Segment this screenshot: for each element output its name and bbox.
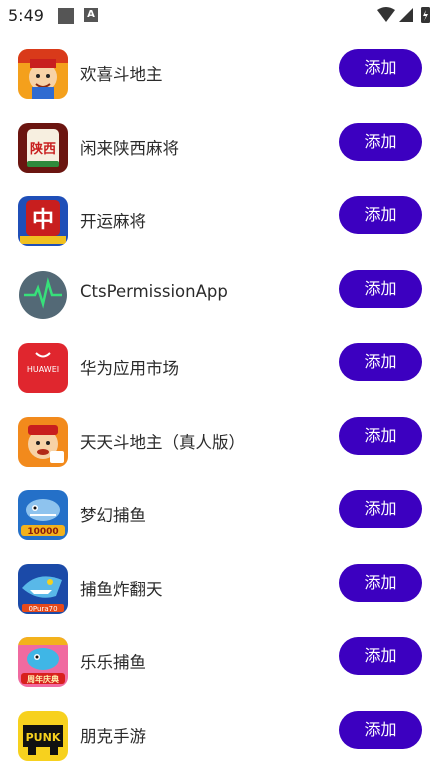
signal-icon — [399, 8, 413, 22]
app-name: 梦幻捕鱼 — [80, 506, 146, 525]
status-icons — [377, 7, 430, 23]
list-item: 0Pura70 捕鱼炸翻天 添加 — [0, 552, 441, 626]
app-name: 开运麻将 — [80, 212, 146, 231]
notification-square-icon — [58, 8, 74, 24]
shark-text: 0Pura70 — [28, 605, 57, 613]
shaanxi-text: 陕西 — [30, 141, 56, 157]
heartbeat-icon — [18, 270, 68, 320]
list-item: 10000 梦幻捕鱼 添加 — [0, 478, 441, 552]
app-name: 乐乐捕鱼 — [80, 653, 146, 672]
wifi-icon — [377, 7, 395, 22]
add-button[interactable]: 添加 — [339, 710, 422, 749]
add-button[interactable]: 添加 — [339, 563, 422, 602]
celebration-text: 周年庆典 — [27, 674, 59, 684]
app-name: CtsPermissionApp — [80, 281, 228, 301]
list-item: 欢喜斗地主 添加 — [0, 37, 441, 111]
list-item: 周年庆典 乐乐捕鱼 添加 — [0, 625, 441, 699]
app-name: 捕鱼炸翻天 — [80, 579, 163, 599]
huawei-appgallery-icon: HUAWEI — [18, 343, 68, 393]
app-name: 朋克手游 — [80, 726, 146, 746]
coins-text: 10000 — [27, 527, 58, 537]
app-name: 闲来陕西麻将 — [80, 138, 179, 158]
list-item: CtsPermissionApp 添加 — [0, 258, 441, 332]
list-item: HUAWEI 华为应用市场 添加 — [0, 331, 441, 405]
huawei-text: HUAWEI — [27, 365, 59, 374]
add-button[interactable]: 添加 — [339, 49, 422, 87]
fishing-game-icon: 10000 — [18, 490, 68, 540]
add-button[interactable]: 添加 — [339, 122, 422, 161]
list-item: PUNK 朋克手游 添加 — [0, 699, 441, 773]
app-name: 天天斗地主（真人版） — [80, 432, 245, 452]
poker-king-icon — [18, 49, 68, 99]
punk-game-icon: PUNK — [18, 710, 68, 761]
zhong-text: 中 — [32, 208, 54, 233]
list-item: 陕西 闲来陕西麻将 添加 — [0, 111, 441, 185]
app-name: 欢喜斗地主 — [80, 65, 163, 84]
add-button[interactable]: 添加 — [339, 416, 422, 455]
poker-character-icon — [18, 416, 68, 467]
list-item: 中 开运麻将 添加 — [0, 184, 441, 258]
fish-celebration-icon: 周年庆典 — [18, 637, 68, 687]
shaanxi-mahjong-icon: 陕西 — [18, 122, 68, 173]
punk-text: PUNK — [26, 731, 61, 744]
list-item: 天天斗地主（真人版） 添加 — [0, 405, 441, 479]
notification-app-icon: A — [84, 8, 98, 22]
add-button[interactable]: 添加 — [339, 269, 422, 308]
app-name: 华为应用市场 — [80, 359, 179, 378]
status-bar: 5:49 A — [0, 0, 441, 30]
add-button[interactable]: 添加 — [339, 490, 422, 528]
add-button[interactable]: 添加 — [339, 343, 422, 381]
app-list: 欢喜斗地主 添加 陕西 闲来陕西麻将 添加 中 开运麻将 添加 CtsPermi… — [0, 37, 441, 772]
mahjong-zhong-icon: 中 — [18, 196, 68, 246]
add-button[interactable]: 添加 — [339, 196, 422, 234]
shark-game-icon: 0Pura70 — [18, 563, 68, 614]
add-button[interactable]: 添加 — [339, 637, 422, 675]
status-time: 5:49 — [8, 6, 44, 25]
